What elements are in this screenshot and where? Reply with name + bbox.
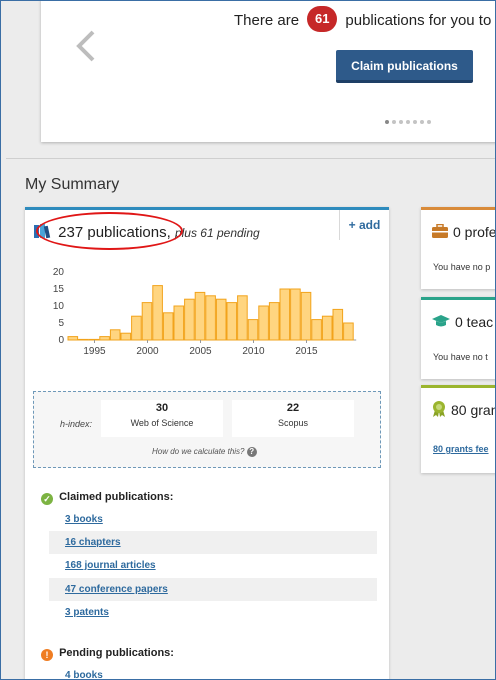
claimed-journal-articles-link[interactable]: 168 journal articles xyxy=(49,554,377,577)
teaching-activities-empty-text: You have no t xyxy=(433,352,488,362)
chart-bar xyxy=(247,319,259,341)
y-tick-label: 20 xyxy=(53,268,65,278)
award-ribbon-icon xyxy=(433,401,445,418)
x-tick-label: 2005 xyxy=(189,346,212,357)
chart-bar xyxy=(162,312,174,341)
wos-hindex-box: 30 Web of Science xyxy=(101,400,223,437)
professional-activities-empty-text: You have no p xyxy=(433,262,491,272)
hindex-label: h-index: xyxy=(60,419,93,429)
chart-bar xyxy=(237,295,248,341)
pending-heading-text: Pending publications: xyxy=(59,647,174,659)
claimed-chapters-link[interactable]: 16 chapters xyxy=(49,531,377,554)
chart-bar xyxy=(311,319,322,341)
grants-count: 80 gran xyxy=(451,402,496,418)
chart-bar xyxy=(258,305,269,341)
chart-bar xyxy=(173,305,185,341)
y-tick-label: 15 xyxy=(53,284,65,295)
briefcase-icon xyxy=(432,223,448,238)
chart-bar xyxy=(268,302,280,341)
chart-bar xyxy=(141,302,153,341)
x-tick-label: 2015 xyxy=(295,346,318,357)
grants-card: 80 gran 80 grants fee xyxy=(421,385,496,473)
claimed-publications-heading: ✓ Claimed publications: xyxy=(41,491,173,505)
carousel-dot[interactable] xyxy=(392,120,396,124)
carousel-dot[interactable] xyxy=(406,120,410,124)
banner-text-before: There are xyxy=(234,11,300,29)
carousel-dot[interactable] xyxy=(385,120,389,124)
claimed-patents-link[interactable]: 3 patents xyxy=(49,601,377,624)
teaching-activities-count: 0 teac xyxy=(455,314,494,330)
chart-bar xyxy=(332,308,344,341)
y-tick-label: 5 xyxy=(58,318,64,329)
scopus-hindex-value: 22 xyxy=(286,402,300,414)
x-tick-label: 2010 xyxy=(242,346,265,357)
publication-claim-carousel: There are 61 publications for you to cl … xyxy=(41,1,496,142)
x-tick-label: 2000 xyxy=(136,346,159,357)
pending-count: plus 61 pending xyxy=(174,226,260,240)
chart-bar xyxy=(152,285,163,341)
claimed-conference-papers-link[interactable]: 47 conference papers xyxy=(49,578,377,601)
wos-hindex-label: Web of Science xyxy=(130,418,194,428)
chart-bar xyxy=(99,336,110,341)
chart-bar xyxy=(205,295,216,341)
chart-bar xyxy=(279,288,291,341)
question-mark-icon[interactable]: ? xyxy=(246,447,257,457)
x-tick-label: 1995 xyxy=(83,346,106,357)
highlight-annotation-oval xyxy=(36,212,183,250)
hindex-calculation-link[interactable]: How do we calculate this? ? xyxy=(152,447,257,457)
chart-bar xyxy=(131,315,142,341)
grants-title: 80 gran xyxy=(431,401,496,420)
chart-bar xyxy=(226,302,238,341)
page-frame: There are 61 publications for you to cl … xyxy=(0,0,496,680)
carousel-dot[interactable] xyxy=(399,120,403,124)
chart-bar xyxy=(67,336,79,341)
carousel-pagination[interactable] xyxy=(385,120,431,124)
claimable-publications-text: There are 61 publications for you to cl xyxy=(234,6,496,34)
chart-bar xyxy=(120,332,132,341)
y-tick-label: 10 xyxy=(53,301,65,312)
chart-bar xyxy=(184,298,195,341)
y-tick-label: 0 xyxy=(58,335,64,346)
checkmark-icon: ✓ xyxy=(41,493,53,505)
chart-bar xyxy=(321,315,333,341)
claim-publications-button[interactable]: Claim publications xyxy=(336,50,473,83)
chart-bar xyxy=(290,288,301,341)
chart-bar xyxy=(215,298,227,341)
claimed-books-link[interactable]: 3 books xyxy=(49,508,377,531)
chart-bar xyxy=(343,322,354,341)
professional-activities-count: 0 profe xyxy=(453,224,496,240)
chart-bar xyxy=(78,338,89,341)
publications-per-year-chart: 0 5 10 15 20 1995 2000 2005 2010 2015 xyxy=(53,268,357,357)
pending-books-link[interactable]: 4 books xyxy=(49,664,377,679)
graduation-cap-icon xyxy=(432,314,450,327)
claimable-count-badge: 61 xyxy=(307,6,338,32)
hindex-panel: h-index: 30 Web of Science 22 Scopus How… xyxy=(33,391,381,468)
chart-bar xyxy=(194,291,206,341)
claimed-heading-text: Claimed publications: xyxy=(59,491,174,503)
teaching-activities-card: 0 teac You have no t xyxy=(421,297,495,379)
publications-card: 237 publications, plus 61 pending + add … xyxy=(25,207,389,679)
wos-hindex-value: 30 xyxy=(155,402,169,414)
chart-bar xyxy=(300,291,312,341)
grants-fee-link[interactable]: 80 grants fee xyxy=(433,444,489,454)
scopus-hindex-label: Scopus xyxy=(277,418,309,428)
add-publication-link[interactable]: + add xyxy=(339,210,389,240)
scopus-hindex-box: 22 Scopus xyxy=(232,400,354,437)
page-title: My Summary xyxy=(25,176,120,193)
chart-bar xyxy=(109,329,121,341)
pending-publications-heading: ! Pending publications: xyxy=(41,647,174,661)
exclamation-icon: ! xyxy=(41,649,53,661)
section-divider xyxy=(6,158,495,159)
professional-activities-title: 0 profe xyxy=(431,223,496,241)
professional-activities-card: 0 profe You have no p xyxy=(421,207,496,289)
chart-bar xyxy=(88,338,100,341)
chevron-left-icon[interactable] xyxy=(71,29,105,63)
teaching-activities-title: 0 teac xyxy=(431,314,493,331)
banner-text-after: publications for you to cl xyxy=(345,11,496,29)
carousel-dot[interactable] xyxy=(413,120,417,124)
carousel-dot[interactable] xyxy=(420,120,424,124)
carousel-dot[interactable] xyxy=(427,120,431,124)
hindex-calc-text[interactable]: How do we calculate this? xyxy=(152,447,245,456)
